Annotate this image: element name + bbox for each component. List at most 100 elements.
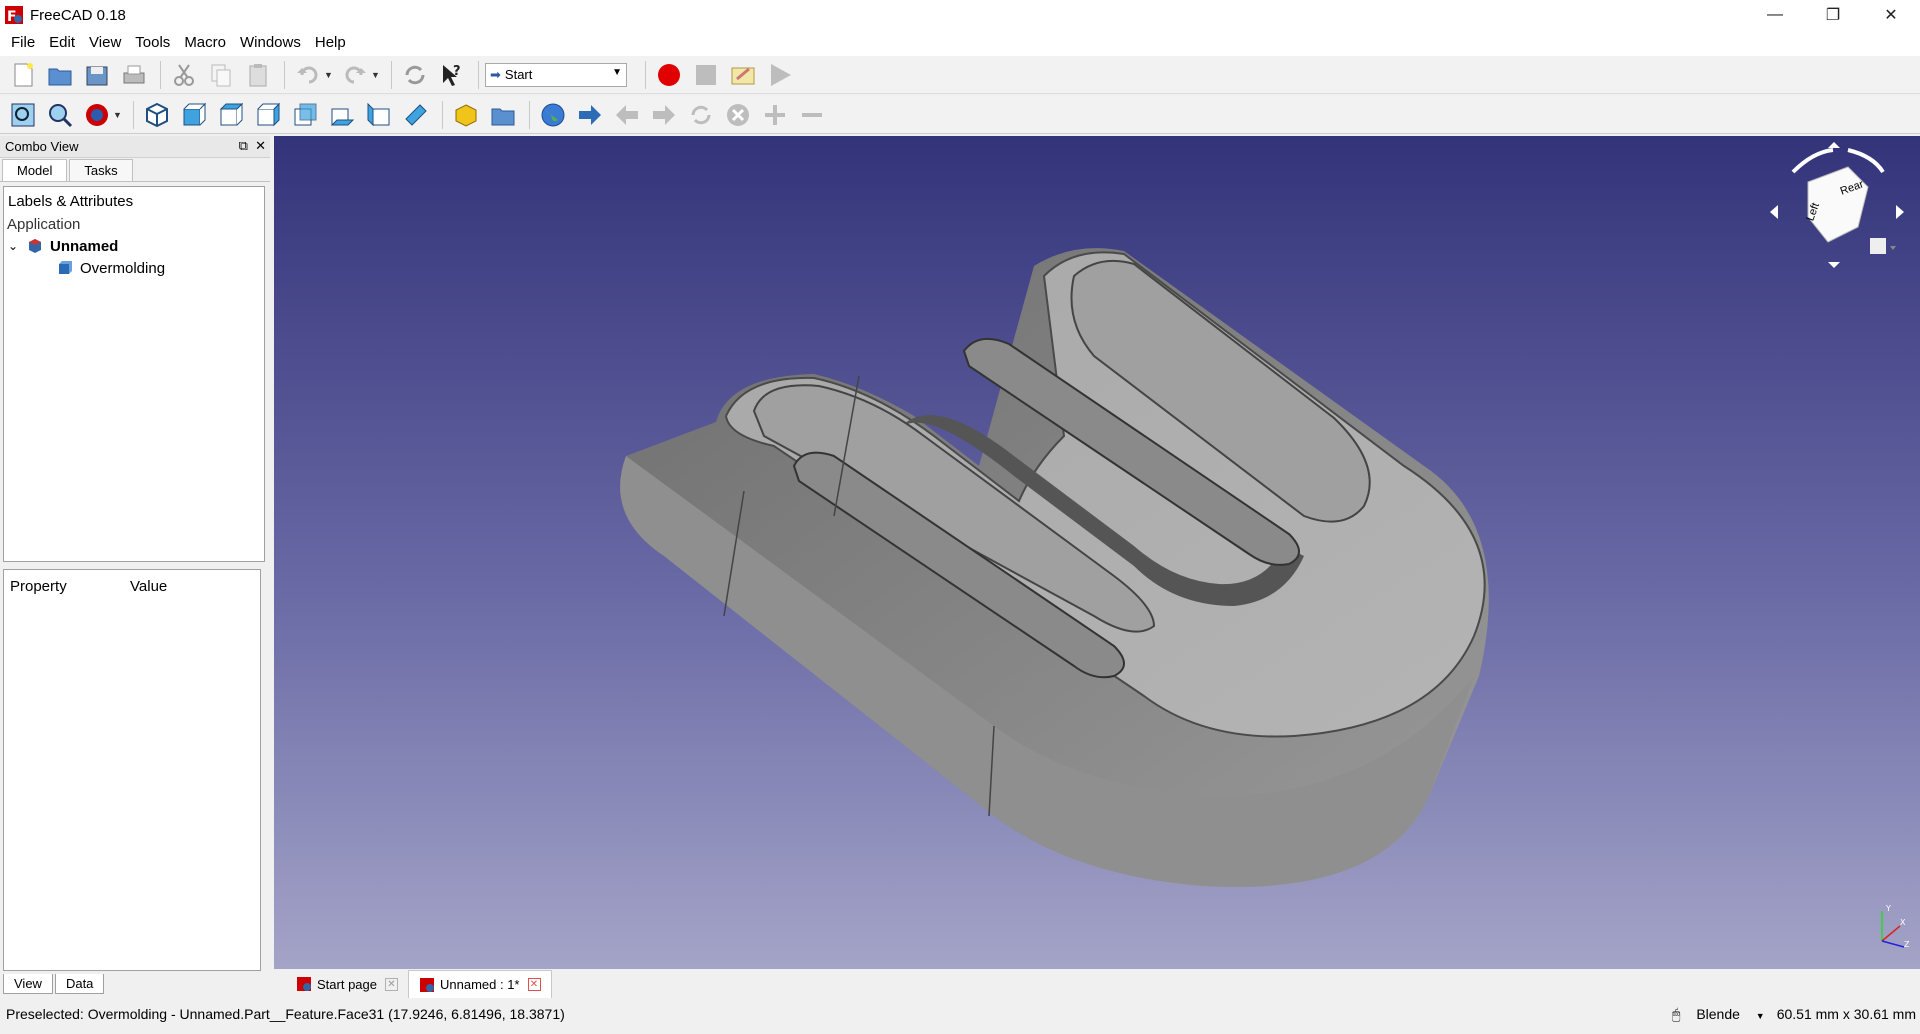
macro-record-button[interactable] <box>652 58 686 92</box>
expand-chevron-icon[interactable]: ⌄ <box>8 239 26 253</box>
svg-text:X: X <box>1900 918 1906 927</box>
save-button[interactable] <box>80 58 114 92</box>
copy-button[interactable] <box>204 58 238 92</box>
status-message: Preselected: Overmolding - Unnamed.Part_… <box>6 1006 565 1022</box>
chevron-down-icon: ▼ <box>1755 1010 1765 1021</box>
restore-button[interactable]: ❐ <box>1804 0 1862 30</box>
close-tab-icon[interactable]: ✕ <box>385 977 398 991</box>
whats-this-button[interactable]: ? <box>435 58 469 92</box>
refresh-button[interactable] <box>398 58 432 92</box>
menu-help[interactable]: Help <box>308 31 353 55</box>
redo-icon <box>345 66 366 83</box>
view-left-button[interactable] <box>362 98 396 132</box>
copy-icon <box>211 64 231 86</box>
doc-tab-start-page[interactable]: Start page ✕ <box>286 970 408 998</box>
menu-edit[interactable]: Edit <box>42 31 82 55</box>
title-bar: F FreeCAD 0.18 — ❐ ✕ <box>0 0 1920 30</box>
tab-data-properties[interactable]: Data <box>54 974 105 994</box>
minimize-button[interactable]: — <box>1746 0 1804 30</box>
stop-x-icon <box>727 103 749 126</box>
tab-model[interactable]: Model <box>2 159 68 181</box>
navigation-style-selector[interactable]: 🖱 Blende ▼ <box>1660 1006 1765 1023</box>
close-tab-icon[interactable]: ✕ <box>527 978 541 991</box>
view-isometric-button[interactable] <box>140 98 174 132</box>
forward-arrow-icon <box>653 104 675 125</box>
doc-tab-label: Start page <box>317 976 377 992</box>
undo-button[interactable] <box>291 58 325 92</box>
open-folder-icon <box>48 68 72 85</box>
zoom-in-button[interactable] <box>758 98 792 132</box>
back-button[interactable] <box>610 98 644 132</box>
close-panel-icon[interactable]: ✕ <box>255 138 266 153</box>
stop-icon <box>696 64 716 85</box>
tree-section-application: Application <box>7 216 81 233</box>
reload-button[interactable] <box>684 98 718 132</box>
undo-dropdown-icon[interactable]: ▼ <box>324 70 333 80</box>
part-model-render[interactable] <box>274 136 1920 969</box>
create-part-button[interactable] <box>449 98 483 132</box>
float-panel-icon[interactable]: ⧉ <box>239 138 248 153</box>
workbench-selector[interactable]: ➡ Start ▼ <box>485 62 627 87</box>
3d-viewport[interactable]: Rear Left Y X Z <box>274 136 1920 969</box>
svg-text:?: ? <box>453 64 461 79</box>
view-rear-button[interactable] <box>288 98 322 132</box>
macro-stop-button[interactable] <box>689 58 723 92</box>
view-front-button[interactable] <box>177 98 211 132</box>
close-button[interactable]: ✕ <box>1862 0 1920 30</box>
menu-windows[interactable]: Windows <box>233 31 308 55</box>
view-top-button[interactable] <box>214 98 248 132</box>
fit-selection-icon <box>49 103 73 127</box>
draw-style-icon <box>86 103 108 126</box>
menu-tools[interactable]: Tools <box>128 31 177 55</box>
navcube-icon <box>1770 142 1904 268</box>
start-page-button[interactable] <box>536 98 570 132</box>
view-bottom-button[interactable] <box>325 98 359 132</box>
paste-button[interactable] <box>241 58 275 92</box>
set-url-button[interactable] <box>573 98 607 132</box>
tab-view-properties[interactable]: View <box>3 974 53 994</box>
globe-icon <box>541 103 565 126</box>
status-bar: Preselected: Overmolding - Unnamed.Part_… <box>0 999 1920 1029</box>
svg-text:Z: Z <box>1904 940 1910 949</box>
open-button[interactable] <box>43 58 77 92</box>
menu-view[interactable]: View <box>82 31 128 55</box>
cut-button[interactable] <box>167 58 201 92</box>
print-button[interactable] <box>117 58 151 92</box>
svg-text:Y: Y <box>1885 904 1891 913</box>
macro-execute-button[interactable] <box>763 58 797 92</box>
group-folder-icon <box>491 108 515 125</box>
navigation-cube[interactable]: Rear Left <box>1758 142 1908 272</box>
doc-tab-unnamed[interactable]: Unnamed : 1* ✕ <box>408 970 552 998</box>
property-editor: Property Value <box>3 569 261 971</box>
tree-item-overmolding[interactable]: Overmolding <box>4 257 264 279</box>
fit-all-button[interactable] <box>6 98 40 132</box>
navigation-style-label: Blende <box>1696 1005 1740 1022</box>
play-icon <box>771 63 791 86</box>
property-tabs: View Data <box>3 974 106 994</box>
measure-distance-button[interactable] <box>399 98 433 132</box>
draw-style-button[interactable] <box>80 98 114 132</box>
object-label: Overmolding <box>80 259 166 277</box>
rear-view-icon <box>294 103 317 125</box>
stop-loading-button[interactable] <box>721 98 755 132</box>
forward-button[interactable] <box>647 98 681 132</box>
menu-macro[interactable]: Macro <box>177 31 233 55</box>
new-document-icon <box>14 62 33 86</box>
toolbar-separator <box>442 100 443 129</box>
view-right-button[interactable] <box>251 98 285 132</box>
axis-triad-icon: Y X Z <box>1881 904 1910 949</box>
draw-style-dropdown-icon[interactable]: ▼ <box>113 110 122 120</box>
redo-dropdown-icon[interactable]: ▼ <box>371 70 380 80</box>
fit-selection-button[interactable] <box>43 98 77 132</box>
right-view-icon <box>257 102 281 126</box>
macro-edit-button[interactable] <box>726 58 760 92</box>
menu-file[interactable]: File <box>4 31 42 55</box>
workbench-arrow-icon: ➡ <box>490 66 501 82</box>
new-button[interactable] <box>6 58 40 92</box>
zoom-out-button[interactable] <box>795 98 829 132</box>
workbench-selected: Start <box>504 67 533 82</box>
tree-item-document[interactable]: ⌄ Unnamed <box>4 235 264 257</box>
create-group-button[interactable] <box>486 98 520 132</box>
redo-button[interactable] <box>338 58 372 92</box>
tab-tasks[interactable]: Tasks <box>69 159 133 181</box>
